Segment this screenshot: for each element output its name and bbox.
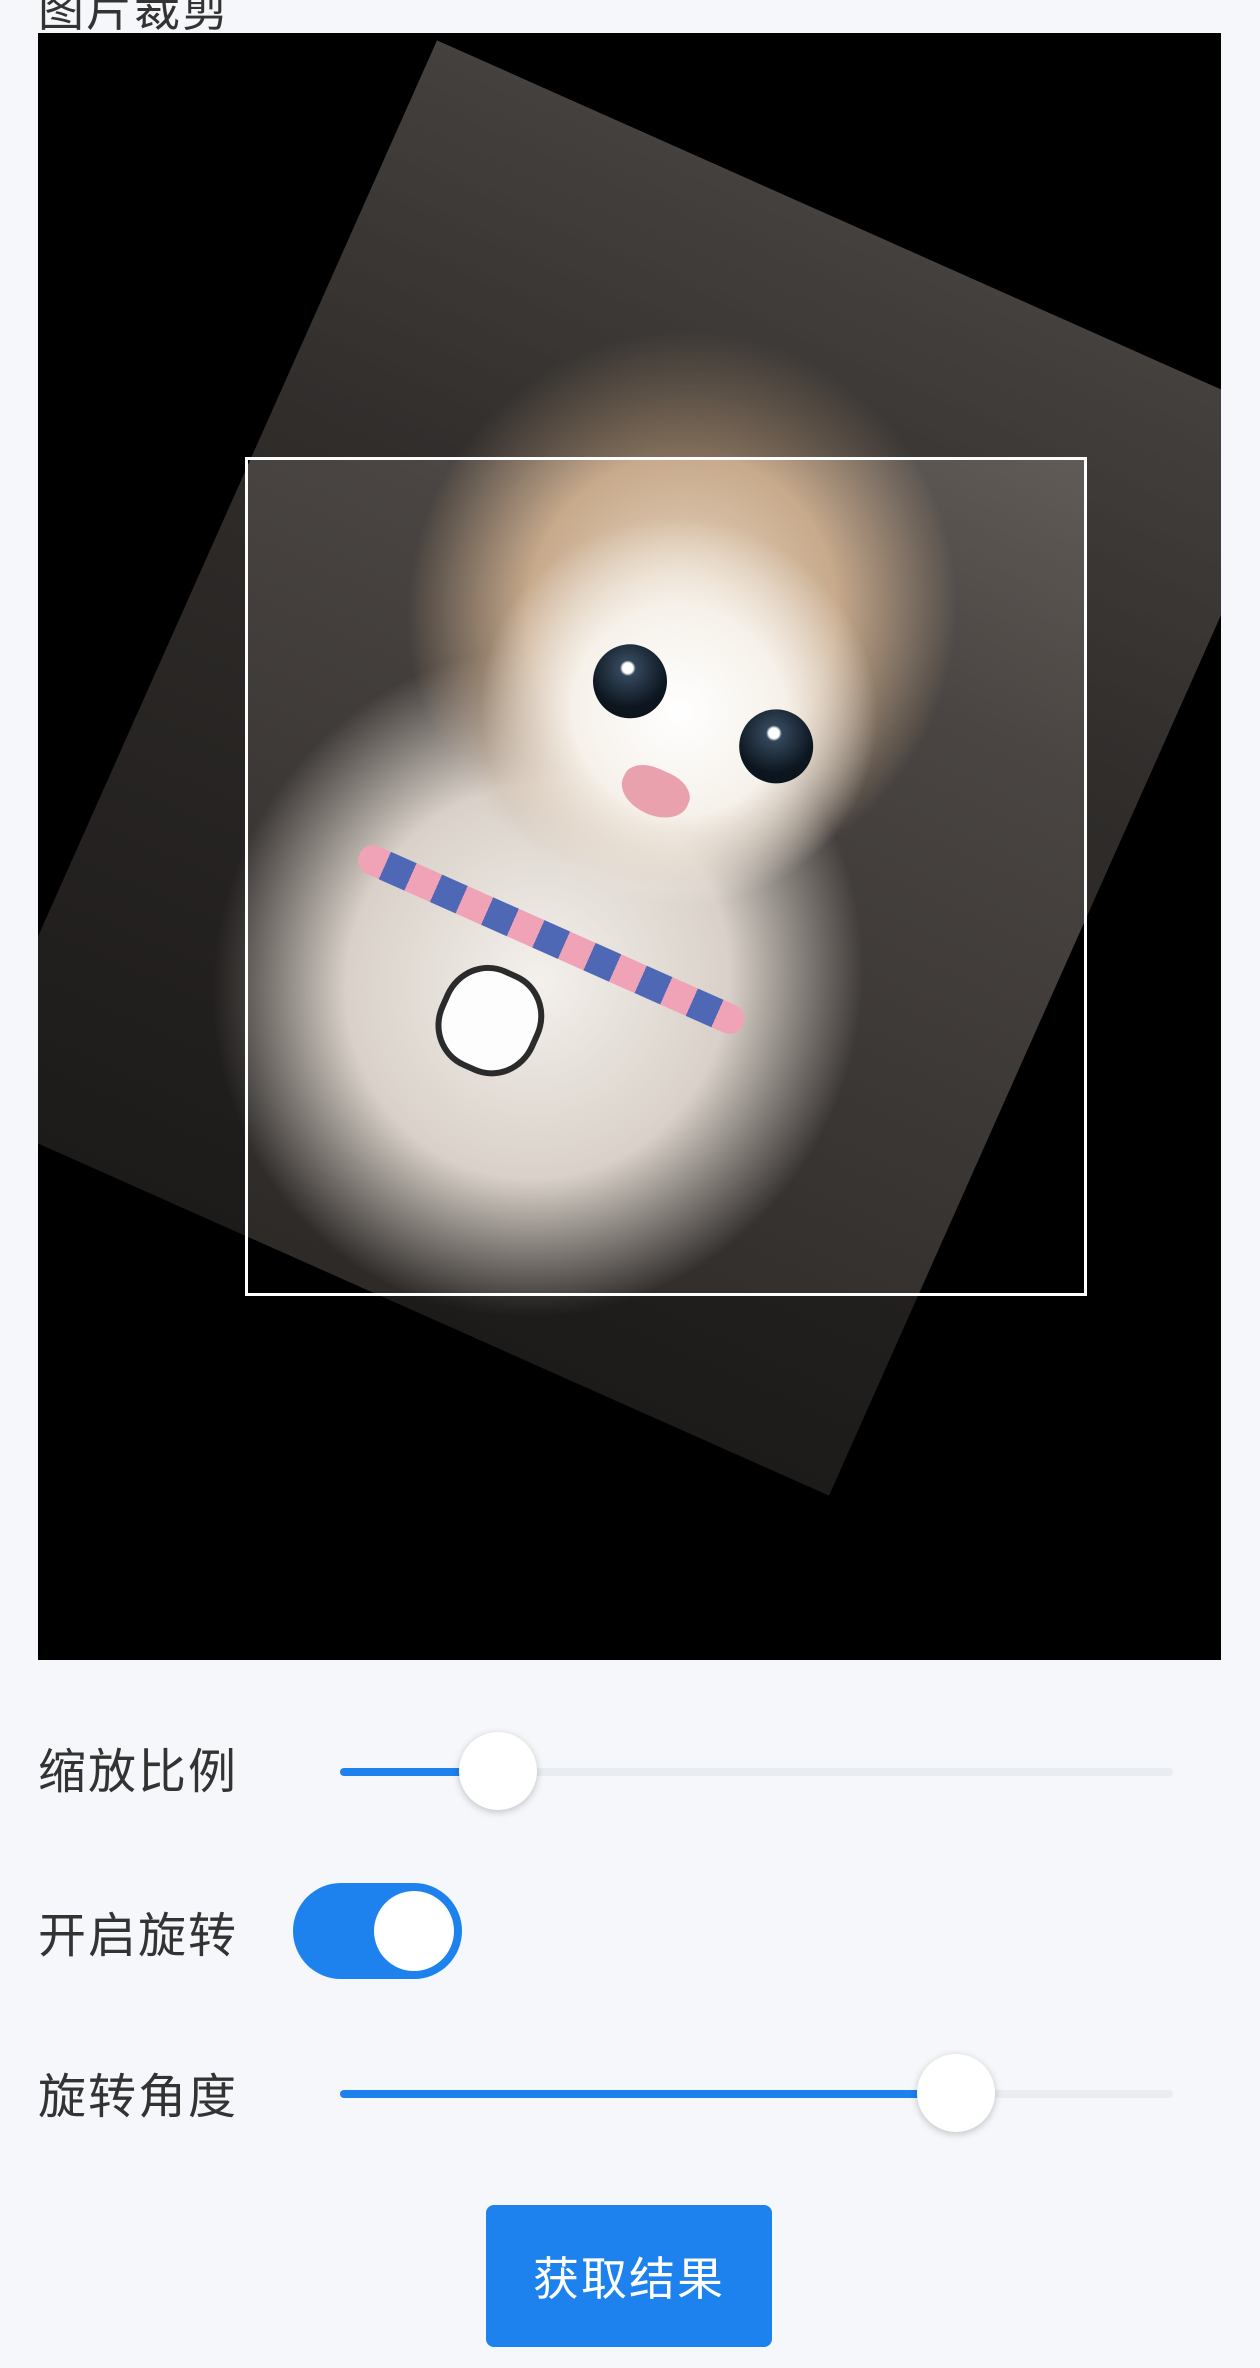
scale-row: 缩放比例 <box>38 1735 239 1800</box>
rotation-slider-thumb[interactable] <box>917 2054 995 2132</box>
rotate-toggle-row: 开启旋转 <box>38 1899 239 1964</box>
scale-slider-thumb[interactable] <box>459 1732 537 1810</box>
rotate-toggle-knob <box>374 1891 454 1971</box>
image-cropper-stage[interactable] <box>38 33 1221 1660</box>
rotation-slider[interactable] <box>340 2054 1173 2132</box>
rotate-toggle-switch[interactable] <box>293 1883 462 1979</box>
crop-selection-box[interactable] <box>245 457 1087 1296</box>
rotate-toggle-label: 开启旋转 <box>38 1908 239 1964</box>
rotation-label: 旋转角度 <box>38 2069 239 2125</box>
scale-label: 缩放比例 <box>38 1744 239 1800</box>
cropper-page: 图片裁剪 缩放比例 开启旋转 旋转角度 获取结果 <box>0 0 1260 2368</box>
rotation-slider-fill <box>340 2090 956 2098</box>
scale-slider[interactable] <box>340 1732 1173 1810</box>
rotation-row: 旋转角度 <box>38 2060 239 2125</box>
get-result-button[interactable]: 获取结果 <box>486 2205 772 2347</box>
